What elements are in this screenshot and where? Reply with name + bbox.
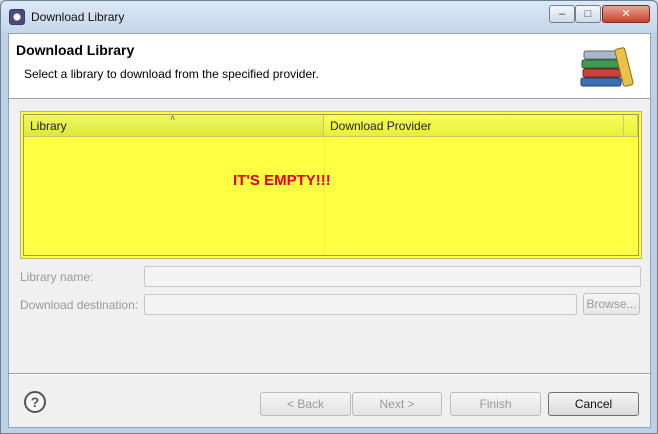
title-bar[interactable]: Download Library – □ ✕ [1,1,657,33]
library-name-field[interactable] [144,266,641,287]
column-header-filler [624,115,638,137]
finish-button[interactable]: Finish [450,392,541,416]
library-table[interactable]: Library ˄ Download Provider IT'S EMPTY!!… [20,111,642,259]
books-icon [580,47,634,87]
download-destination-field[interactable] [144,294,577,315]
library-name-label: Library name: [20,270,94,284]
wizard-header: Download Library Select a library to dow… [9,34,650,99]
maximize-button[interactable]: □ [575,5,601,23]
eclipse-app-icon [9,9,25,25]
minimize-icon: – [558,7,566,20]
close-icon: ✕ [621,7,631,20]
page-title: Download Library [16,42,135,58]
column-header-provider-label: Download Provider [330,119,432,133]
column-divider [324,137,325,255]
maximize-icon: □ [584,7,592,20]
dialog-client-area: Download Library Select a library to dow… [8,33,651,428]
close-button[interactable]: ✕ [602,5,650,23]
back-button[interactable]: < Back [260,392,351,416]
window-title: Download Library [31,10,125,24]
browse-button[interactable]: Browse... [583,293,640,315]
column-header-download-provider[interactable]: Download Provider [324,115,624,137]
empty-annotation: IT'S EMPTY!!! [233,172,331,189]
footer-separator [9,373,650,375]
download-destination-label: Download destination: [20,298,139,312]
minimize-button[interactable]: – [549,5,575,23]
dialog-window: Download Library – □ ✕ Download Library … [0,0,658,434]
help-icon[interactable]: ? [24,391,46,413]
sort-ascending-icon: ˄ [170,113,176,123]
cancel-button[interactable]: Cancel [548,392,639,416]
column-header-library-label: Library [30,119,67,133]
library-table-body[interactable]: Library ˄ Download Provider IT'S EMPTY!!… [23,113,639,256]
next-button[interactable]: Next > [352,392,442,416]
page-description: Select a library to download from the sp… [24,67,319,81]
column-header-library[interactable]: Library ˄ [24,113,324,137]
